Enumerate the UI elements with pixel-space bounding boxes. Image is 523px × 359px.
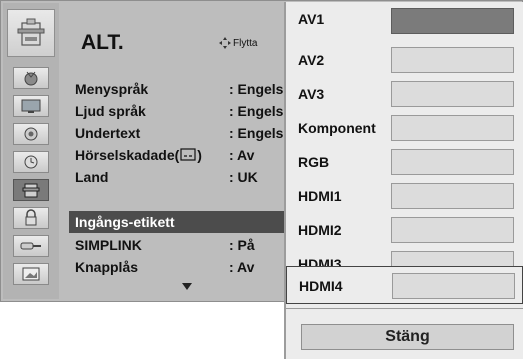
menu-item-label-text: Hörselskadade( xyxy=(75,147,180,163)
menu-item-label: Ljud språk xyxy=(75,103,146,119)
menu-item-key-lock[interactable]: Knapplås : Av xyxy=(69,256,295,278)
input-label-field[interactable] xyxy=(391,47,514,73)
menu-item-label: Menyspråk xyxy=(75,81,149,97)
input-label-field[interactable] xyxy=(391,217,514,243)
input-label-popup: AV1 AV2 AV3 Komponent RGB HDMI1 HDMI2 HD… xyxy=(284,2,523,359)
input-label-field[interactable] xyxy=(391,183,514,209)
input-row-hdmi2[interactable]: HDMI2 xyxy=(286,208,523,243)
menu-item-value: : Av xyxy=(229,259,255,275)
menu-title: ALT. xyxy=(81,31,124,54)
input-label-field[interactable] xyxy=(391,8,514,34)
move-arrows-icon xyxy=(219,37,231,49)
menu-item-audio-language[interactable]: Ljud språk : Engels xyxy=(69,100,295,122)
menu-item-label: Ingångs-etikett xyxy=(75,214,175,230)
input-label-field[interactable] xyxy=(391,81,514,107)
input-row-label: Komponent xyxy=(298,120,376,136)
menu-item-hearing-impaired[interactable]: Hörselskadade() : Av xyxy=(69,144,295,166)
input-label-field[interactable] xyxy=(391,115,514,141)
menu-item-label: Land xyxy=(75,169,109,185)
move-hint-label: Flytta xyxy=(233,37,258,49)
menu-item-value: : UK xyxy=(229,169,258,185)
subtitle-icon xyxy=(180,148,196,161)
popup-divider xyxy=(286,308,523,309)
option-icon[interactable] xyxy=(13,179,49,201)
input-row-rgb[interactable]: RGB xyxy=(286,140,523,175)
input-row-av1[interactable]: AV1 xyxy=(286,4,523,38)
scroll-down-arrow-icon[interactable] xyxy=(182,283,192,290)
channel-icon[interactable] xyxy=(13,67,49,89)
menu-item-label: Hörselskadade() xyxy=(75,147,202,163)
input-label-field[interactable] xyxy=(391,149,514,175)
menu-item-value: : På xyxy=(229,237,255,253)
menu-item-country[interactable]: Land : UK xyxy=(69,166,295,188)
input-row-hdmi1[interactable]: HDMI1 xyxy=(286,174,523,209)
menu-item-label: SIMPLINK xyxy=(75,237,142,253)
usb-photo-icon[interactable] xyxy=(13,263,49,285)
input-row-av3[interactable]: AV3 xyxy=(286,72,523,107)
input-row-label: HDMI4 xyxy=(299,278,343,294)
menu-item-input-label[interactable]: Ingångs-etikett xyxy=(69,211,295,233)
menu-item-value: : Engels xyxy=(229,125,284,141)
menu-item-value: : Av xyxy=(229,147,255,163)
close-button[interactable]: Stäng xyxy=(301,324,514,350)
input-icon[interactable] xyxy=(13,235,49,257)
input-label-field[interactable] xyxy=(392,273,515,299)
input-row-av2[interactable]: AV2 xyxy=(286,38,523,73)
lock-icon[interactable] xyxy=(13,207,49,229)
audio-icon[interactable] xyxy=(13,123,49,145)
input-row-label: AV3 xyxy=(298,86,325,102)
sidebar xyxy=(3,3,59,299)
picture-icon[interactable] xyxy=(13,95,49,117)
input-row-label: HDMI1 xyxy=(298,188,342,204)
menu-item-label: Undertext xyxy=(75,125,141,141)
input-row-component[interactable]: Komponent xyxy=(286,106,523,141)
time-icon[interactable] xyxy=(13,151,49,173)
menu-item-subtitle[interactable]: Undertext : Engels xyxy=(69,122,295,144)
menu-item-simplink[interactable]: SIMPLINK : På xyxy=(69,234,295,256)
menu-item-value: : Engels xyxy=(229,81,284,97)
input-row-label: AV1 xyxy=(298,11,325,27)
option-menu-icon xyxy=(7,9,55,57)
input-row-label: AV2 xyxy=(298,52,325,68)
menu-item-label: Knapplås xyxy=(75,259,139,275)
input-row-label: HDMI2 xyxy=(298,222,342,238)
menu-item-language[interactable]: Menyspråk : Engels xyxy=(69,78,295,100)
input-row-label: RGB xyxy=(298,154,330,170)
menu-item-value: : Engels xyxy=(229,103,284,119)
input-row-hdmi4[interactable]: HDMI4 xyxy=(286,266,523,304)
move-hint: Flytta xyxy=(219,37,257,49)
